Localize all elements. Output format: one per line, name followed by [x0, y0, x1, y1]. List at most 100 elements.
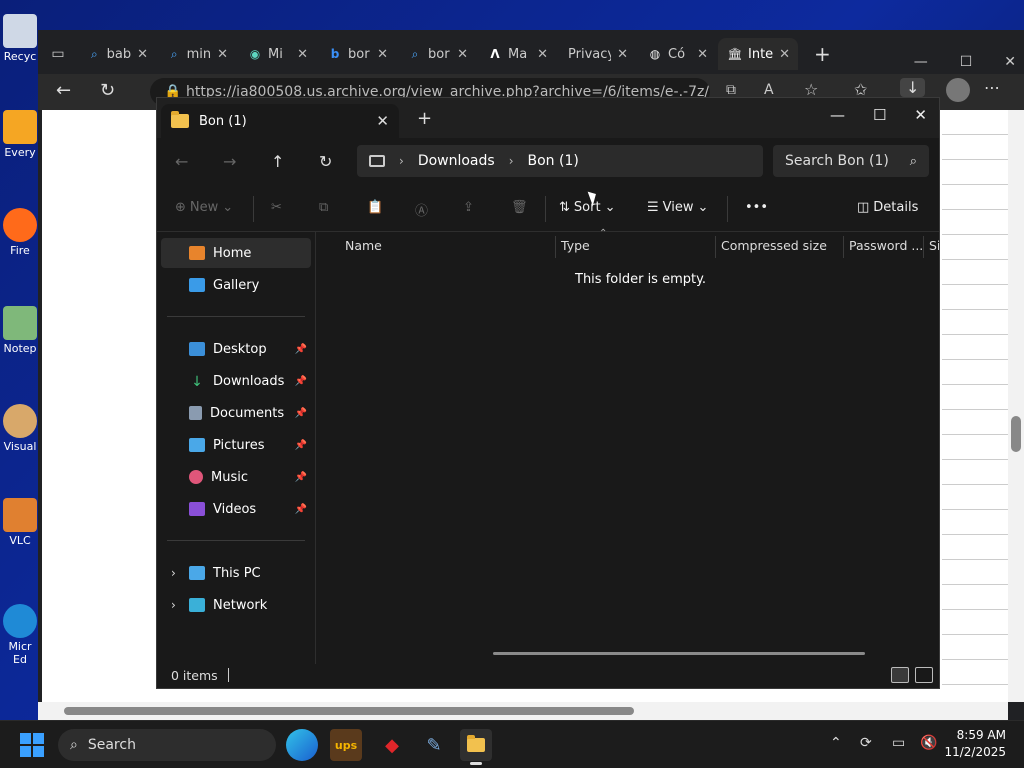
pin-icon[interactable]: 📌 — [295, 504, 307, 515]
column-header-type[interactable]: Type — [561, 238, 590, 253]
sidebar-item-network[interactable]: › Network — [161, 590, 311, 620]
desktop-icon-visual[interactable]: Visual — [0, 404, 40, 453]
horizontal-scrollbar[interactable] — [38, 702, 1008, 720]
browser-tab[interactable]: ⌕ bor ✕ — [398, 38, 478, 70]
desktop-icon-everything[interactable]: Every — [0, 110, 40, 159]
anydesk-icon[interactable]: ◆ — [376, 729, 408, 761]
forward-arrow-icon[interactable]: → — [223, 152, 236, 171]
close-icon[interactable]: ✕ — [697, 47, 708, 62]
copy-icon[interactable]: ⧉ — [319, 200, 328, 215]
vertical-scrollbar[interactable] — [1008, 110, 1024, 702]
close-icon[interactable]: ✕ — [617, 47, 628, 62]
pin-icon[interactable]: 📌 — [295, 344, 307, 355]
browser-tab[interactable]: ◍ Có ✕ — [638, 38, 718, 70]
browser-tab[interactable]: ◉ Mi ✕ — [238, 38, 318, 70]
pin-icon[interactable]: 📌 — [295, 472, 307, 483]
desktop-icon-edge[interactable]: Micr Ed — [0, 604, 40, 666]
sidebar-item-documents[interactable]: Documents 📌 — [161, 398, 311, 428]
close-icon[interactable]: ✕ — [1004, 54, 1016, 70]
chevron-right-icon[interactable]: › — [171, 566, 176, 580]
maximize-icon[interactable]: ☐ — [960, 54, 973, 70]
desktop-icon-firefox[interactable]: Fire — [0, 208, 40, 257]
sidebar-item-desktop[interactable]: Desktop 📌 — [161, 334, 311, 364]
sidebar-item-videos[interactable]: Videos 📌 — [161, 494, 311, 524]
sync-icon[interactable]: ⟳ — [860, 735, 872, 751]
horizontal-scrollbar[interactable] — [493, 652, 865, 655]
pin-icon[interactable]: 📌 — [295, 440, 307, 451]
back-arrow-icon[interactable]: ← — [175, 152, 188, 171]
sidebar-item-this-pc[interactable]: › This PC — [161, 558, 311, 588]
refresh-icon[interactable]: ↻ — [319, 152, 332, 171]
more-menu-icon[interactable]: ⋯ — [984, 78, 1000, 97]
breadcrumb-item[interactable]: Downloads — [418, 153, 495, 169]
close-icon[interactable]: ✕ — [914, 106, 927, 124]
browser-tab[interactable]: Λ Ma ✕ — [478, 38, 558, 70]
browser-tab[interactable]: Privacy a✕ — [558, 38, 638, 70]
breadcrumb-item[interactable]: Bon (1) — [528, 153, 579, 169]
details-button[interactable]: ◫ Details — [857, 200, 918, 215]
up-arrow-icon[interactable]: ↑ — [271, 152, 284, 171]
sidebar-item-music[interactable]: Music 📌 — [161, 462, 311, 492]
chevron-right-icon[interactable]: › — [171, 598, 176, 612]
cut-icon[interactable]: ✂ — [271, 200, 282, 215]
pin-icon[interactable]: 📌 — [295, 376, 307, 387]
refresh-icon[interactable]: ↻ — [100, 80, 115, 101]
close-icon[interactable]: ✕ — [457, 47, 468, 62]
search-input[interactable]: Search Bon (1) ⌕ — [773, 145, 929, 177]
browser-tab[interactable]: ⌕ min ✕ — [158, 38, 238, 70]
close-icon[interactable]: ✕ — [537, 47, 548, 62]
tiles-view-icon[interactable] — [915, 667, 933, 683]
pin-icon[interactable]: 📌 — [295, 408, 307, 419]
sidebar-item-pictures[interactable]: Pictures 📌 — [161, 430, 311, 460]
minimize-icon[interactable]: — — [830, 106, 845, 124]
close-icon[interactable]: ✕ — [137, 47, 148, 62]
downloads-icon[interactable]: ↓ — [900, 78, 926, 97]
copy-page-icon[interactable]: ⧉ — [726, 82, 736, 98]
new-tab-icon[interactable]: + — [417, 108, 432, 129]
details-view-icon[interactable] — [891, 667, 909, 683]
share-icon[interactable]: ⇪ — [463, 200, 474, 215]
start-button[interactable] — [20, 733, 44, 757]
more-options-icon[interactable]: ••• — [745, 200, 768, 215]
close-icon[interactable]: ✕ — [217, 47, 228, 62]
tab-actions-icon[interactable]: ▭ — [38, 46, 78, 62]
display-icon[interactable]: ▭ — [892, 735, 905, 751]
explorer-tab[interactable]: Bon (1) ✕ — [161, 104, 399, 138]
chevron-up-icon[interactable]: ⌃ — [830, 735, 842, 751]
scrollbar-thumb[interactable] — [64, 707, 634, 715]
scrollbar-thumb[interactable] — [1011, 416, 1021, 452]
rename-icon[interactable]: Ⓐ — [415, 200, 428, 219]
column-header-password[interactable]: Password ... — [849, 238, 923, 253]
browser-tab[interactable]: ⌕ bab ✕ — [78, 38, 158, 70]
sidebar-item-downloads[interactable]: ↓ Downloads 📌 — [161, 366, 311, 396]
edge-icon[interactable] — [286, 729, 318, 761]
desktop-icon-notepad[interactable]: Notep — [0, 306, 40, 355]
clock[interactable]: 8:59 AM 11/2/2025 — [944, 727, 1006, 761]
desktop-icon-recycle-bin[interactable]: Recyc — [0, 14, 40, 63]
delete-icon[interactable]: 🗑 — [511, 200, 528, 215]
sidebar-item-gallery[interactable]: Gallery — [161, 270, 311, 300]
breadcrumb[interactable]: › Downloads › Bon (1) — [357, 145, 763, 177]
browser-tab[interactable]: b bor ✕ — [318, 38, 398, 70]
paste-icon[interactable]: 📋 — [367, 200, 383, 215]
column-header-size[interactable]: Si — [929, 238, 939, 253]
ups-icon[interactable]: ups — [330, 729, 362, 761]
close-icon[interactable]: ✕ — [377, 47, 388, 62]
file-explorer-taskbar-icon[interactable] — [460, 729, 492, 765]
browser-tab-active[interactable]: 🏛 Inte ✕ — [718, 38, 798, 70]
sidebar-item-home[interactable]: Home — [161, 238, 311, 268]
sort-button[interactable]: ⇅ Sort ⌄ — [559, 200, 615, 215]
close-icon[interactable]: ✕ — [376, 112, 389, 130]
taskbar-search[interactable]: ⌕ Search — [58, 729, 276, 761]
back-arrow-icon[interactable]: ← — [56, 80, 71, 101]
new-button[interactable]: ⊕ New ⌄ — [175, 200, 233, 215]
close-icon[interactable]: ✕ — [779, 47, 790, 62]
paint-icon[interactable]: ✎ — [418, 729, 450, 761]
minimize-icon[interactable]: — — [914, 54, 928, 70]
maximize-icon[interactable]: ☐ — [873, 106, 886, 124]
column-header-name[interactable]: Name — [345, 238, 382, 253]
view-button[interactable]: ☰ View ⌄ — [647, 200, 708, 215]
read-aloud-icon[interactable]: A — [764, 82, 774, 98]
volume-muted-icon[interactable]: 🔇 — [920, 735, 937, 751]
close-icon[interactable]: ✕ — [297, 47, 308, 62]
